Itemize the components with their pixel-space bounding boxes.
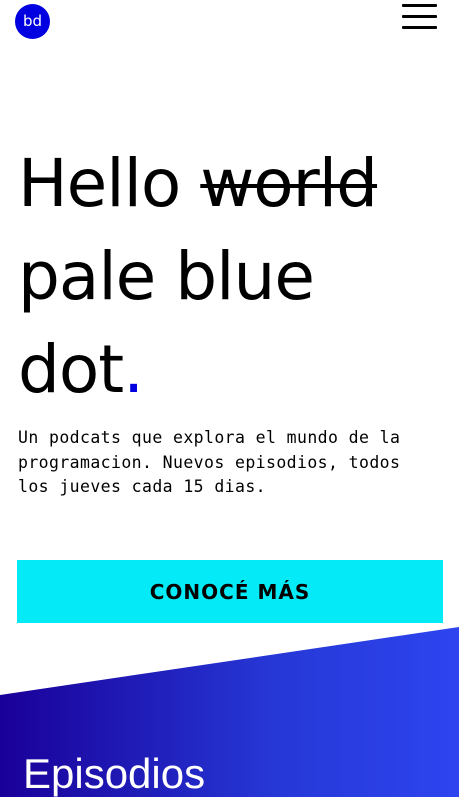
learn-more-button[interactable]: CONOCÉ MÁS bbox=[17, 560, 443, 623]
logo[interactable]: bd bbox=[15, 4, 50, 39]
podcast-description: Un podcats que explora el mundo de la pr… bbox=[18, 428, 401, 496]
hero-line-3: dot. bbox=[18, 323, 438, 416]
menu-bar-top bbox=[402, 4, 437, 7]
hamburger-icon[interactable] bbox=[402, 4, 439, 30]
hero-line-2: pale blue bbox=[18, 238, 315, 315]
hero-word-struck: world bbox=[200, 145, 378, 222]
hero-word-dot: dot bbox=[18, 331, 124, 408]
menu-bar-middle bbox=[402, 15, 437, 18]
hero-heading: Hello world pale blue dot. bbox=[18, 137, 438, 416]
hero-word-hello: Hello bbox=[18, 145, 181, 222]
logo-text: bd bbox=[22, 12, 43, 30]
episodes-title: Episodios bbox=[23, 750, 206, 797]
accent-dot: . bbox=[123, 331, 144, 408]
hero-line-1: Hello world bbox=[18, 137, 438, 230]
menu-bar-bottom bbox=[402, 26, 437, 29]
